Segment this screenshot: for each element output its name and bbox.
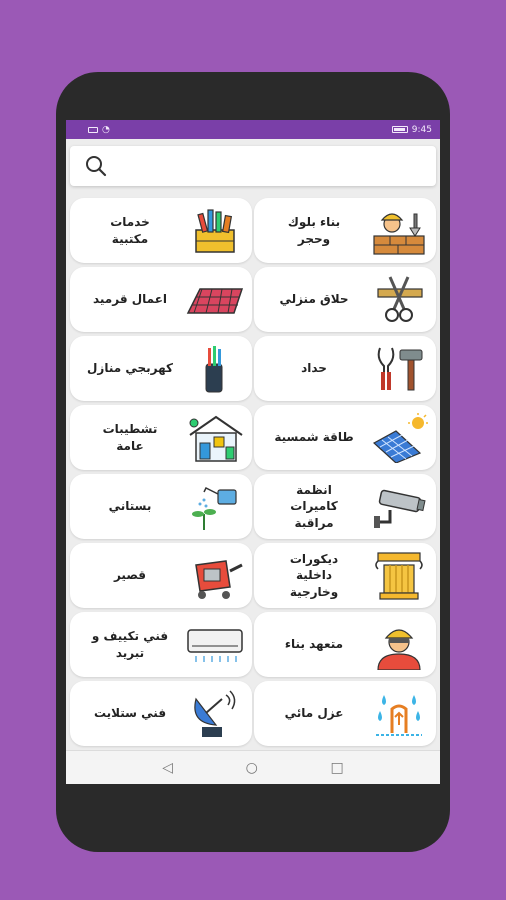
- service-label: تشطيبات عامة: [102, 422, 158, 453]
- watering-can-icon: [192, 486, 237, 530]
- service-label: متعهد بناء: [284, 637, 344, 652]
- service-label: كهربجي منازل: [87, 361, 173, 376]
- service-label: بستاني: [108, 499, 152, 514]
- search-icon[interactable]: [84, 154, 108, 178]
- service-card-satellite[interactable]: فني ستلايت: [70, 681, 252, 746]
- status-time: 9:45: [411, 124, 432, 135]
- home-icon[interactable]: ○: [246, 760, 258, 776]
- service-label: اعمال قرميد: [92, 292, 168, 307]
- service-label: طاقة شمسية: [274, 430, 354, 445]
- service-card-ac-technician[interactable]: فني تكييف و تبريد: [70, 612, 252, 677]
- service-card-office[interactable]: خدمات مكتبية: [70, 198, 252, 263]
- wifi-icon: ◔: [102, 124, 110, 135]
- service-card-gardener[interactable]: بستاني: [70, 474, 252, 539]
- service-label: خدمات مكتبية: [110, 215, 150, 246]
- service-label: فني تكييف و تبريد: [91, 629, 169, 660]
- service-label: فني ستلايت: [93, 706, 167, 721]
- service-label: بناء بلوك وحجر: [287, 215, 341, 246]
- recents-icon[interactable]: □: [330, 760, 343, 776]
- service-label: عزل مائي: [284, 706, 344, 721]
- service-card-home-barber[interactable]: حلاق منزلي: [254, 267, 436, 332]
- service-card-decorations[interactable]: ديكورات داخلية وخارجية: [254, 543, 436, 608]
- service-card-plasterer[interactable]: قصير: [70, 543, 252, 608]
- service-label: ديكورات داخلية وخارجية: [289, 552, 339, 599]
- search-bar[interactable]: [70, 146, 436, 186]
- electric-cable-icon: [205, 345, 223, 392]
- battery-icon: [391, 126, 408, 133]
- air-conditioner-icon: [187, 628, 243, 662]
- service-card-waterproofing[interactable]: عزل مائي: [254, 681, 436, 746]
- status-bar: ◔ 9:45: [66, 120, 440, 139]
- app-screen: ◔ 9:45 خدمات مكتبية بناء بلوك وحجر اعمال…: [66, 120, 440, 784]
- search-input[interactable]: [114, 154, 426, 178]
- back-icon[interactable]: ◁: [162, 760, 173, 776]
- service-label: حلاق منزلي: [279, 292, 349, 307]
- satellite-dish-icon: [194, 689, 236, 737]
- android-nav-bar: ◁ ○ □: [66, 750, 440, 784]
- service-card-cctv[interactable]: انظمة كاميرات مراقبة: [254, 474, 436, 539]
- roof-tiles-icon: [186, 287, 244, 314]
- house-finishing-icon: [189, 415, 243, 462]
- service-card-block-building[interactable]: بناء بلوك وحجر: [254, 198, 436, 263]
- solar-panel-icon: [372, 412, 428, 463]
- barber-scissors-icon: [377, 275, 423, 322]
- signal-icon: [88, 126, 98, 133]
- cement-mixer-icon: [195, 559, 243, 599]
- service-label: قصير: [113, 568, 147, 583]
- service-card-finishing[interactable]: تشطيبات عامة: [70, 405, 252, 470]
- column-pillar-icon: [375, 551, 423, 600]
- stationery-icon: [195, 208, 235, 253]
- services-grid: خدمات مكتبية بناء بلوك وحجر اعمال قرميد …: [70, 198, 436, 746]
- service-card-roof-tiles[interactable]: اعمال قرميد: [70, 267, 252, 332]
- bricklayer-icon: [373, 212, 425, 255]
- service-card-solar[interactable]: طاقة شمسية: [254, 405, 436, 470]
- service-label: انظمة كاميرات مراقبة: [290, 483, 338, 530]
- service-label: حداد: [301, 361, 327, 376]
- cctv-camera-icon: [374, 489, 426, 528]
- waterproofing-icon: [376, 694, 422, 736]
- construction-worker-icon: [377, 628, 421, 670]
- service-card-electrician[interactable]: كهربجي منازل: [70, 336, 252, 401]
- service-card-blacksmith[interactable]: حداد: [254, 336, 436, 401]
- pliers-hammer-icon: [377, 347, 423, 390]
- service-card-contractor[interactable]: متعهد بناء: [254, 612, 436, 677]
